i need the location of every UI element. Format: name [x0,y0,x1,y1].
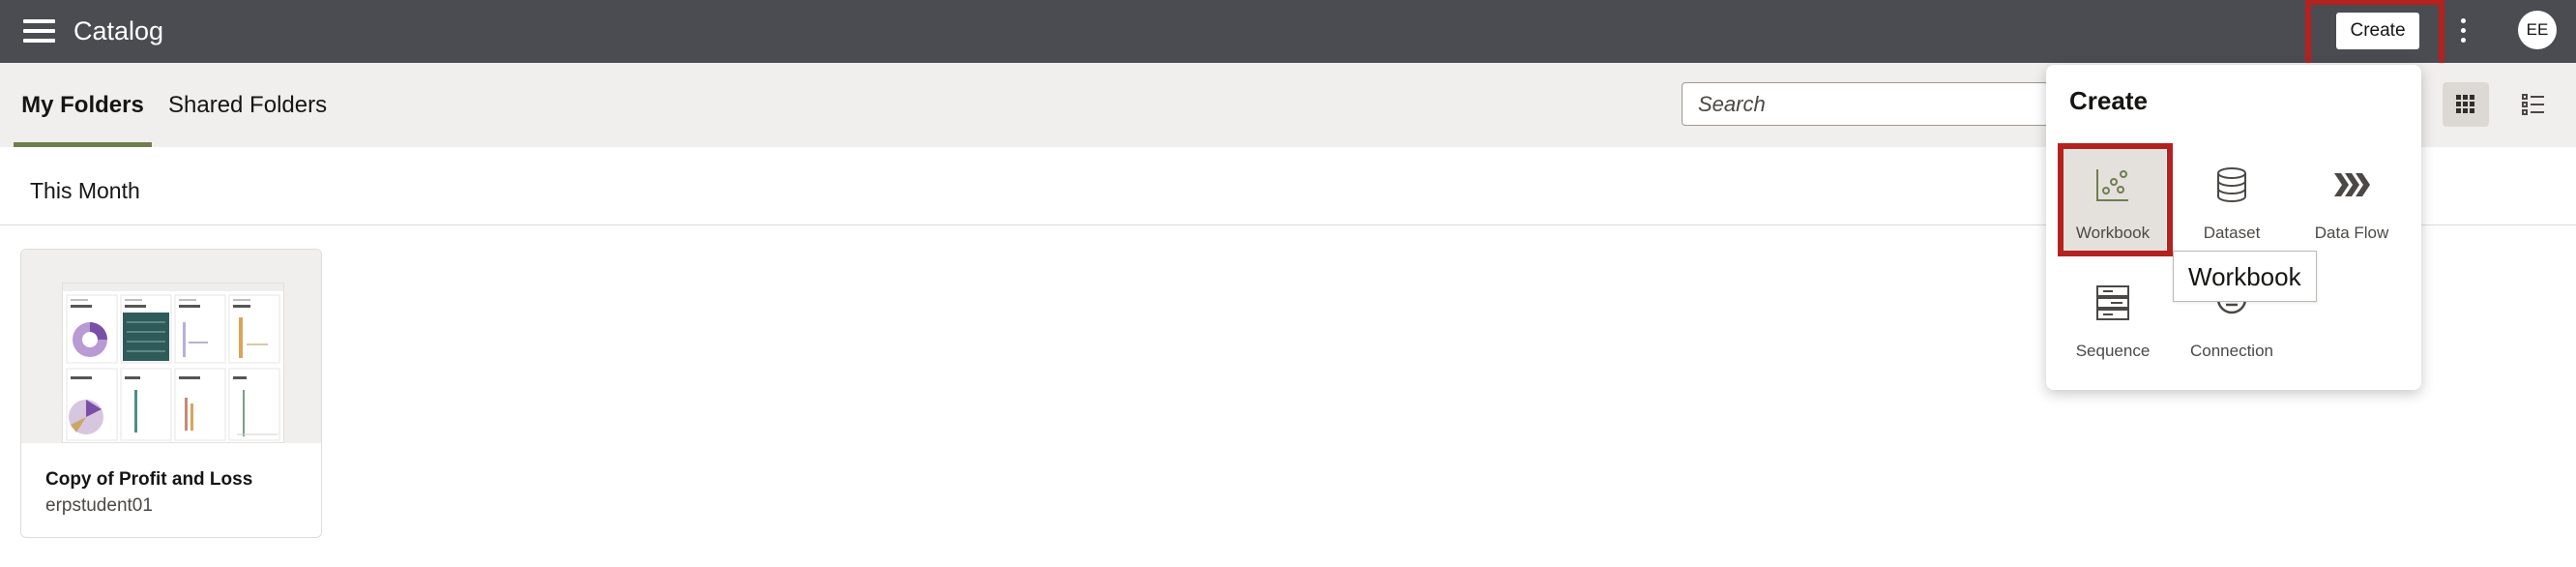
list-view-button[interactable] [2510,82,2557,127]
list-view-icon [2522,94,2544,115]
create-menu-title: Create [2069,86,2148,115]
card-title: Copy of Profit and Loss [45,469,253,490]
hamburger-menu-icon[interactable] [23,18,56,44]
avatar[interactable]: EE [2518,11,2557,49]
create-dataset-item[interactable]: Dataset [2179,148,2285,254]
card-owner: erpstudent01 [45,495,153,516]
create-data-flow-item[interactable]: Data Flow [2298,148,2405,254]
section-heading: This Month [30,178,140,203]
more-options-icon[interactable] [2458,15,2470,47]
grid-view-icon [2456,95,2474,113]
workbook-thumbnail [62,283,284,443]
workbook-card[interactable]: Copy of Profit and Loss erpstudent01 [20,249,322,538]
create-sequence-item[interactable]: Sequence [2060,266,2166,373]
sequence-icon [2096,285,2129,320]
create-item-label: Dataset [2203,224,2261,242]
workbook-item-highlight [2058,143,2173,256]
create-item-label: Connection [2189,342,2273,360]
tab-my-folders[interactable]: My Folders [14,63,152,147]
app-title: Catalog [73,16,164,45]
grid-view-button[interactable] [2443,82,2489,127]
tab-shared-folders[interactable]: Shared Folders [168,63,327,147]
top-bar: Catalog Create EE [0,0,2576,63]
data-flow-icon [2334,173,2370,196]
dataset-icon [2217,167,2246,202]
workbook-tooltip: Workbook [2173,251,2317,302]
create-item-label: Sequence [2075,342,2151,360]
search-input[interactable] [1682,82,2049,126]
create-item-label: Data Flow [2314,224,2389,242]
